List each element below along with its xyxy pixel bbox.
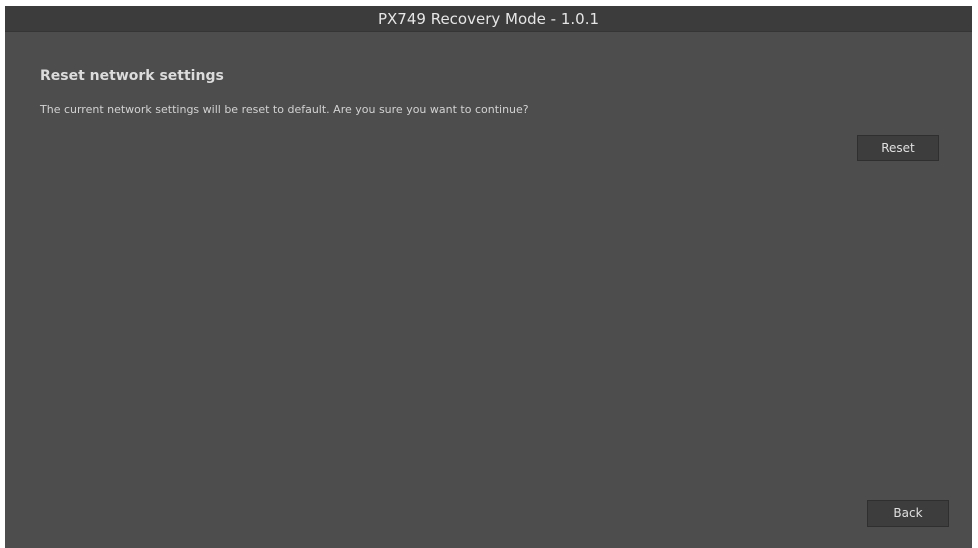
main-content: Reset network settings The current netwo…: [5, 32, 972, 548]
recovery-window: PX749 Recovery Mode - 1.0.1 Reset networ…: [5, 6, 972, 548]
page-heading: Reset network settings: [40, 68, 224, 84]
confirmation-message: The current network settings will be res…: [40, 103, 529, 116]
window-title: PX749 Recovery Mode - 1.0.1: [5, 6, 972, 32]
reset-button[interactable]: Reset: [857, 135, 939, 161]
back-button[interactable]: Back: [867, 500, 949, 527]
